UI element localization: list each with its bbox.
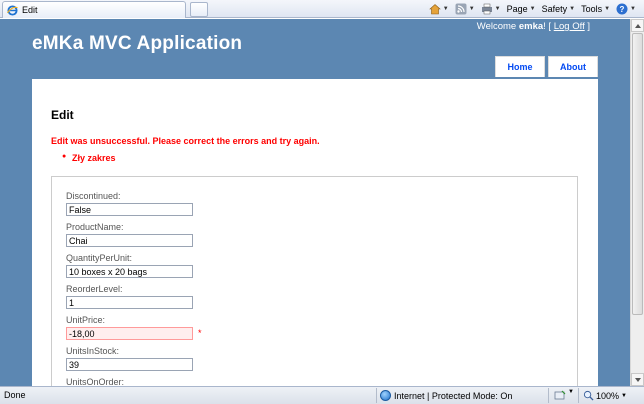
browser-tab-title: Edit <box>22 5 38 15</box>
validation-summary: Edit was unsuccessful. Please correct th… <box>51 136 320 146</box>
vertical-scrollbar[interactable] <box>630 19 644 386</box>
safety-menu-label: Safety <box>541 4 568 14</box>
welcome-text: Welcome <box>476 21 519 32</box>
edit-fieldset: Discontinued: ProductName: QuantityPerUn… <box>51 176 578 386</box>
feeds-button[interactable]: ▼ <box>455 3 475 15</box>
field-unitsonorder: UnitsOnOrder: <box>66 377 193 386</box>
svg-text:?: ? <box>620 5 625 14</box>
chevron-down-icon[interactable]: ▼ <box>568 389 574 395</box>
validation-error-list: Zły zakres <box>62 153 116 163</box>
zoom-icon <box>583 390 594 401</box>
chevron-down-icon: ▼ <box>494 6 501 12</box>
print-icon <box>481 3 492 15</box>
field-productname: ProductName: <box>66 222 193 247</box>
reorderlevel-input[interactable] <box>66 296 193 309</box>
unitsinstock-input[interactable] <box>66 358 193 371</box>
user-name: emka <box>518 21 544 32</box>
logoff-link[interactable]: Log Off <box>554 21 585 32</box>
chevron-down-icon: ▼ <box>630 6 636 12</box>
page-viewport: eMKa MVC Application Welcome emka! [ Log… <box>0 19 630 386</box>
ie-logo-icon <box>7 5 18 16</box>
scroll-thumb[interactable] <box>632 33 643 315</box>
site-header: eMKa MVC Application Welcome emka! [ Log… <box>0 19 630 79</box>
unitprice-error-marker: * <box>198 328 202 338</box>
login-bracket-open: ! [ <box>543 21 554 32</box>
page-menu[interactable]: Page ▼ <box>507 4 536 14</box>
page-menu-label: Page <box>506 4 528 14</box>
unitsinstock-label: UnitsInStock: <box>66 346 120 356</box>
chevron-down-icon: ▼ <box>604 6 611 12</box>
chevron-down-icon: ▼ <box>569 6 576 12</box>
help-icon: ? <box>616 3 628 15</box>
chevron-down-icon: ▼ <box>621 392 627 399</box>
new-tab-button[interactable] <box>190 2 208 17</box>
command-bar: ▼ ▼ ▼ Page ▼ Safety ▼ Tools ▼ ? ▼ <box>428 2 636 16</box>
menu-home-tab[interactable]: Home <box>495 56 545 77</box>
zoom-level: 100% <box>596 390 620 401</box>
tools-menu[interactable]: Tools ▼ <box>581 4 610 14</box>
field-reorderlevel: ReorderLevel: <box>66 284 193 309</box>
security-zone-text: Internet | Protected Mode: On <box>394 390 513 401</box>
page-title: Edit <box>51 108 74 122</box>
browser-toolbar: Edit ▼ ▼ ▼ Page ▼ Safety ▼ Tools ▼ ? ▼ <box>0 0 644 18</box>
print-button[interactable]: ▼ <box>481 3 501 15</box>
site-title: eMKa MVC Application <box>32 33 243 54</box>
security-zone[interactable]: Internet | Protected Mode: On <box>380 390 512 401</box>
rss-icon <box>455 3 467 15</box>
unitsonorder-label: UnitsOnOrder: <box>66 377 125 386</box>
scroll-down-button[interactable] <box>631 373 644 386</box>
status-separator <box>578 388 579 403</box>
status-separator <box>376 388 377 403</box>
main-menu: Home About <box>495 56 598 77</box>
status-text: Done <box>4 390 26 400</box>
help-button[interactable]: ? ▼ <box>616 3 636 15</box>
status-bar: Done Internet | Protected Mode: On ▼ 100… <box>0 386 644 404</box>
globe-icon <box>380 390 391 401</box>
quantityperunit-label: QuantityPerUnit: <box>66 253 133 263</box>
unitprice-label: UnitPrice: <box>66 315 106 325</box>
field-quantityperunit: QuantityPerUnit: <box>66 253 193 278</box>
field-unitprice: UnitPrice: * <box>66 315 202 340</box>
validation-error-item: Zły zakres <box>62 153 116 163</box>
login-bracket-close: ] <box>584 21 590 32</box>
quantityperunit-input[interactable] <box>66 265 193 278</box>
chevron-down-icon: ▼ <box>529 6 536 12</box>
browser-tab[interactable]: Edit <box>2 1 186 18</box>
status-separator <box>548 388 549 403</box>
tools-menu-label: Tools <box>581 4 603 14</box>
chevron-down-icon: ▼ <box>468 6 475 12</box>
discontinued-input[interactable] <box>66 203 193 216</box>
productname-label: ProductName: <box>66 222 124 232</box>
discontinued-label: Discontinued: <box>66 191 121 201</box>
menu-about-tab[interactable]: About <box>548 56 598 77</box>
safety-menu[interactable]: Safety ▼ <box>542 4 575 14</box>
chevron-down-icon: ▼ <box>442 6 449 12</box>
home-icon <box>428 4 441 15</box>
unitprice-input[interactable] <box>66 327 193 340</box>
scroll-up-button[interactable] <box>631 19 644 32</box>
productname-input[interactable] <box>66 234 193 247</box>
reorderlevel-label: ReorderLevel: <box>66 284 123 294</box>
zoom-control[interactable]: 100% ▼ <box>583 390 627 401</box>
field-unitsinstock: UnitsInStock: <box>66 346 193 371</box>
protected-mode-icon[interactable] <box>554 390 566 401</box>
home-button[interactable]: ▼ <box>428 3 449 15</box>
field-discontinued: Discontinued: <box>66 191 193 216</box>
main-content: Edit Edit was unsuccessful. Please corre… <box>32 79 598 386</box>
login-display: Welcome emka! [ Log Off ] <box>477 21 590 32</box>
